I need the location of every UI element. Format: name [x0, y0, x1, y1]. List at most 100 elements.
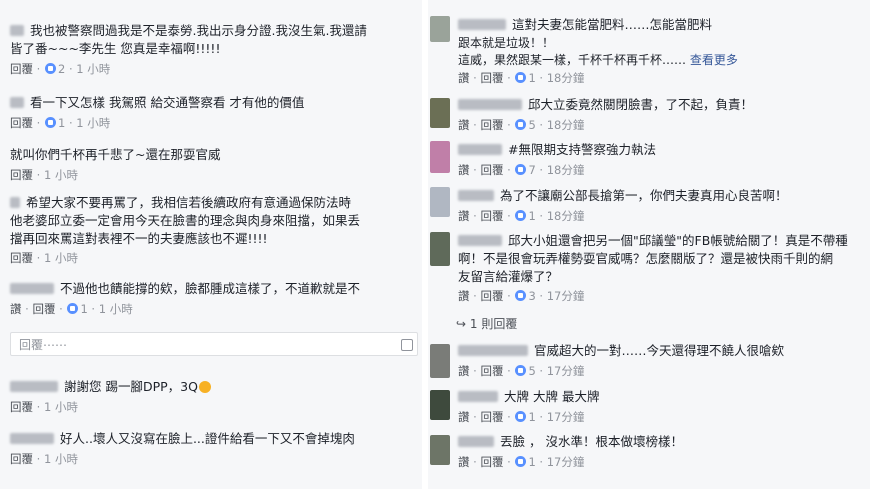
like-reaction-icon[interactable] [67, 303, 79, 314]
comment: 希望大家不要再罵了，我相信若後續政府有意通過保防法時 他老婆邱立委一定會用今天在… [0, 194, 422, 266]
avatar[interactable] [430, 98, 450, 128]
like-link[interactable]: 讚 [458, 364, 470, 378]
avatar[interactable] [430, 187, 450, 217]
reaction-count: 1 [528, 71, 536, 85]
like-reaction-icon[interactable] [515, 411, 527, 422]
reply-link[interactable]: 回覆 [10, 251, 33, 265]
reaction-count: 1 [528, 455, 536, 469]
like-link[interactable]: 讚 [10, 302, 22, 316]
blurred-author-name [10, 381, 58, 392]
like-reaction-icon[interactable] [515, 119, 527, 130]
reply-link[interactable]: 回覆 [480, 410, 503, 424]
like-reaction-icon[interactable] [515, 456, 527, 467]
avatar[interactable] [430, 232, 450, 266]
comment-line: 擋再回來罵這對表裡不一的夫妻應該也不遲!!!! [10, 231, 268, 246]
replies-count-label: 1 則回覆 [469, 317, 518, 331]
like-link[interactable]: 讚 [458, 455, 470, 469]
like-link[interactable]: 讚 [458, 410, 470, 424]
like-link[interactable]: 讚 [458, 71, 470, 85]
comment-line: 官威超大的一對……今天還得理不饒人很嗆欸 [534, 343, 785, 358]
avatar[interactable] [430, 435, 450, 465]
comment-line: 啊！不是很會玩弄權勢耍官威嗎？怎麼關版了？還是被快雨千則的網 [458, 251, 834, 266]
like-reaction-icon[interactable] [515, 365, 527, 376]
comment-timestamp[interactable]: 18分鐘 [547, 118, 585, 132]
blurred-author-name [458, 190, 494, 201]
reply-link[interactable]: 回覆 [32, 302, 55, 316]
see-more-link[interactable]: 查看更多 [690, 53, 738, 67]
camera-icon[interactable] [401, 339, 413, 351]
reaction-count: 5 [528, 364, 536, 378]
comment-actions: 讚 · 回覆 · 1 · 18分鐘 [458, 71, 585, 85]
comment-text: 大牌 大牌 最大牌 [428, 388, 870, 406]
like-reaction-icon[interactable] [44, 117, 56, 128]
comment-text: 看一下又怎樣 我駕照 給交通警察看 才有他的價值 [0, 94, 422, 112]
avatar[interactable] [430, 141, 450, 173]
reply-link[interactable]: 回覆 [10, 62, 33, 76]
comment: 這對夫妻怎能當肥料……怎能當肥料 跟本就是垃圾！！ 這威，果然跟某一樣，千杯千杯… [428, 16, 870, 86]
comment: #無限期支持警察強力執法 讚 · 回覆 · 7 · 18分鐘 [428, 141, 870, 178]
comment-timestamp[interactable]: 18分鐘 [547, 71, 585, 85]
avatar[interactable] [430, 16, 450, 42]
comment-timestamp[interactable]: 18分鐘 [547, 209, 585, 223]
like-reaction-icon[interactable] [515, 210, 527, 221]
avatar[interactable] [430, 390, 450, 420]
comment-line: 丟臉 ， 沒水準！根本做壞榜樣！ [500, 434, 683, 449]
comment-timestamp[interactable]: 1 小時 [99, 302, 133, 316]
like-link[interactable]: 讚 [458, 209, 470, 223]
comment-actions: 回覆 · 2 · 1 小時 [10, 62, 111, 76]
comment: 就叫你們千杯再千悲了~還在那耍官威 回覆 · 1 小時 [0, 146, 422, 183]
like-link[interactable]: 讚 [458, 289, 470, 303]
like-link[interactable]: 讚 [458, 163, 470, 177]
comment-timestamp[interactable]: 1 小時 [44, 251, 78, 265]
reply-link[interactable]: 回覆 [480, 71, 503, 85]
reaction-count: 1 [80, 302, 88, 316]
comment-line: #無限期支持警察強力執法 [508, 142, 656, 157]
comment-timestamp[interactable]: 1 小時 [44, 400, 78, 414]
comment: 看一下又怎樣 我駕照 給交通警察看 才有他的價值 回覆 · 1 · 1 小時 [0, 94, 422, 131]
comment-actions: 讚 · 回覆 · 1 · 18分鐘 [458, 209, 585, 223]
like-link[interactable]: 讚 [458, 118, 470, 132]
reply-link[interactable]: 回覆 [10, 400, 33, 414]
comment-text: 為了不讓廟公部長搶第一，你們夫妻真用心良苦啊！ [428, 187, 870, 205]
comment-timestamp[interactable]: 17分鐘 [547, 364, 585, 378]
comment-timestamp[interactable]: 1 小時 [44, 452, 78, 466]
reply-link[interactable]: 回覆 [480, 163, 503, 177]
comment-timestamp[interactable]: 18分鐘 [547, 163, 585, 177]
reply-input[interactable]: 回覆⋯⋯ [10, 332, 418, 356]
comment-timestamp[interactable]: 17分鐘 [547, 455, 585, 469]
reply-link[interactable]: 回覆 [480, 364, 503, 378]
reply-link[interactable]: 回覆 [480, 455, 503, 469]
blurred-author-name [458, 345, 528, 356]
comment-line: 我也被警察問過我是不是泰勞.我出示身分證.我沒生氣.我還請 [30, 23, 367, 38]
view-replies-link[interactable]: ↪ 1 則回覆 [428, 315, 870, 332]
reply-link[interactable]: 回覆 [10, 116, 33, 130]
comment-text: 這對夫妻怎能當肥料……怎能當肥料 [428, 16, 870, 34]
comment-text: 邱大立委竟然關閉臉書，了不起，負責！ [428, 96, 870, 114]
reply-link[interactable]: 回覆 [10, 168, 33, 182]
reply-link[interactable]: 回覆 [480, 209, 503, 223]
comment-line: 這威，果然跟某一樣，千杯千杯再千杯…… [458, 53, 690, 67]
comment-timestamp[interactable]: 17分鐘 [547, 410, 585, 424]
comment-timestamp[interactable]: 1 小時 [44, 168, 78, 182]
like-reaction-icon[interactable] [515, 290, 527, 301]
like-reaction-icon[interactable] [515, 72, 527, 83]
comment-line: 不過他也饋能撐的欸，臉都腫成這樣了，不道歉就是不 [60, 281, 361, 296]
avatar[interactable] [430, 344, 450, 378]
right-comment-panel: 這對夫妻怎能當肥料……怎能當肥料 跟本就是垃圾！！ 這威，果然跟某一樣，千杯千杯… [428, 0, 870, 489]
comment-timestamp[interactable]: 17分鐘 [547, 289, 585, 303]
comment-timestamp[interactable]: 1 小時 [76, 116, 110, 130]
comment: 謝謝您 踢一腳DPP，3Q 回覆 · 1 小時 [0, 378, 422, 415]
like-reaction-icon[interactable] [515, 164, 527, 175]
comment: 邱大小姐還會把另一個"邱議瑩"的FB帳號給關了！真是不帶種 啊！不是很會玩弄權勢… [428, 232, 870, 304]
comment-line: 謝謝您 踢一腳DPP，3Q [64, 379, 198, 394]
clapping-emoji-icon [198, 381, 211, 393]
comment-timestamp[interactable]: 1 小時 [76, 62, 110, 76]
reply-link[interactable]: 回覆 [480, 118, 503, 132]
reply-link[interactable]: 回覆 [10, 452, 33, 466]
like-reaction-icon[interactable] [44, 63, 56, 74]
blurred-author-name [458, 99, 522, 110]
comment-text: 謝謝您 踢一腳DPP，3Q [0, 378, 422, 396]
reaction-count: 1 [528, 209, 536, 223]
reply-link[interactable]: 回覆 [480, 289, 503, 303]
comment-actions: 讚 · 回覆 · 5 · 18分鐘 [458, 118, 585, 132]
